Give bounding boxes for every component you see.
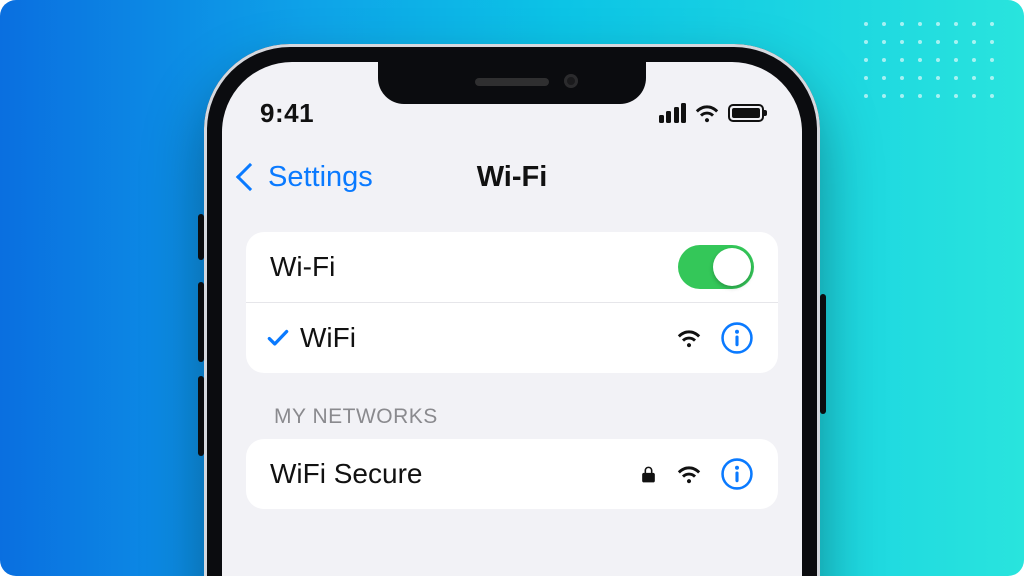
front-camera — [564, 74, 578, 88]
info-icon[interactable] — [720, 457, 754, 491]
wifi-toggle[interactable] — [678, 245, 754, 289]
wifi-toggle-group: Wi-Fi WiFi — [246, 232, 778, 373]
checkmark-icon — [264, 325, 292, 351]
status-time: 9:41 — [260, 98, 314, 129]
notch — [378, 62, 646, 104]
chevron-left-icon — [236, 163, 264, 191]
my-networks-group: WiFi Secure — [246, 439, 778, 509]
battery-icon — [728, 104, 764, 122]
lock-icon — [639, 465, 658, 484]
connected-network-name: WiFi — [300, 322, 676, 354]
info-icon[interactable] — [720, 321, 754, 355]
cellular-signal-icon — [659, 103, 687, 123]
network-row[interactable]: WiFi Secure — [246, 439, 778, 509]
wifi-toggle-label: Wi-Fi — [270, 251, 678, 283]
wifi-status-icon — [694, 100, 720, 126]
wifi-signal-icon — [676, 461, 702, 487]
volume-up-button — [198, 282, 204, 362]
back-button[interactable]: Settings — [222, 161, 373, 194]
decorative-dot-grid — [864, 22, 998, 102]
settings-content: Wi-Fi WiFi — [222, 232, 802, 509]
volume-down-button — [198, 376, 204, 456]
power-button — [820, 294, 826, 414]
network-name: WiFi Secure — [270, 458, 639, 490]
speaker-grill — [475, 78, 549, 86]
back-label: Settings — [268, 161, 373, 194]
phone-frame: 9:41 Settings Wi-Fi — [204, 44, 820, 576]
page-background: 9:41 Settings Wi-Fi — [0, 0, 1024, 576]
wifi-signal-icon — [676, 325, 702, 351]
connected-network-row[interactable]: WiFi — [246, 303, 778, 373]
my-networks-header: MY NETWORKS — [274, 405, 778, 429]
wifi-toggle-row: Wi-Fi — [246, 232, 778, 303]
mute-switch — [198, 214, 204, 260]
phone-screen: 9:41 Settings Wi-Fi — [222, 62, 802, 576]
nav-bar: Settings Wi-Fi — [222, 146, 802, 208]
